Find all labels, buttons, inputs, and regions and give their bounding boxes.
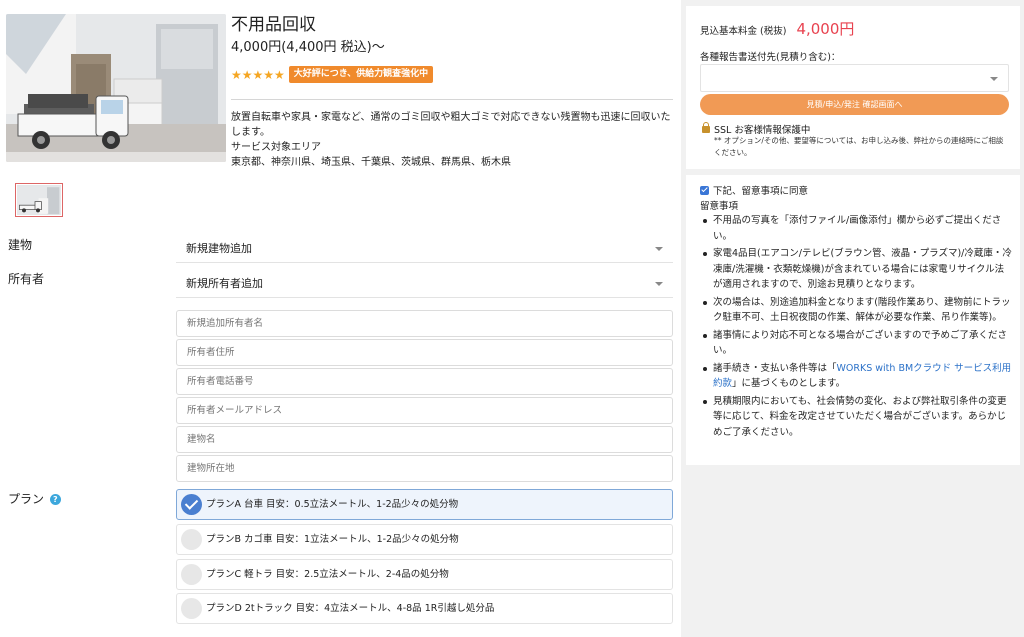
quote-label: 見込基本料金 (税抜) bbox=[700, 26, 787, 37]
quote-row: 見込基本料金 (税抜) 4,000円 bbox=[700, 18, 854, 39]
product-title: 不用品回収 bbox=[231, 15, 316, 35]
building-select[interactable]: 新規建物追加 bbox=[176, 235, 673, 263]
plan-option-b[interactable]: プランB カゴ車 目安：1立法メートル、1-2品少々の処分物 bbox=[176, 524, 673, 555]
plan-option-label: プランB カゴ車 目安：1立法メートル、1-2品少々の処分物 bbox=[206, 534, 459, 545]
list-item: 次の場合は、別途追加料金となります(階段作業あり、建物前にトラック駐車不可、土日… bbox=[700, 295, 1012, 326]
radio-icon bbox=[181, 598, 202, 619]
report-destination-select[interactable] bbox=[700, 64, 1009, 92]
area-list: 東京都、神奈川県、埼玉県、千葉県、茨城県、群馬県、栃木県 bbox=[231, 157, 511, 168]
plan-option-c[interactable]: プランC 軽トラ 目安：2.5立法メートル、2-4品の処分物 bbox=[176, 559, 673, 590]
area-label: サービス対象エリア bbox=[231, 142, 321, 153]
owner-name-input[interactable] bbox=[176, 310, 673, 337]
note-text: 次の場合は、別途追加料金となります(階段作業あり、建物前にトラック駐車不可、土日… bbox=[713, 296, 1011, 324]
owner-select-value: 新規所有者追加 bbox=[186, 277, 263, 290]
plan-option-d[interactable]: プランD 2tトラック 目安：4立法メートル、4-8品 1R引越し処分品 bbox=[176, 593, 673, 624]
description-text: 放置自転車や家具・家電など、通常のゴミ回収や粗大ゴミで対応できない残置物も迅速に… bbox=[231, 112, 671, 138]
plan-option-a[interactable]: プランA 台車 目安：0.5立法メートル、1-2品少々の処分物 bbox=[176, 489, 673, 520]
owner-select[interactable]: 新規所有者追加 bbox=[176, 270, 673, 298]
radio-icon bbox=[181, 564, 202, 585]
agree-label: 下記、留意事項に同意 bbox=[713, 186, 809, 197]
note-text: 諸事情により対応不可となる場合がございますので予めご了承ください。 bbox=[713, 329, 1008, 357]
ssl-note: ** オプション/その他、要望等については、お申し込み後、弊社からの連絡時にご相… bbox=[714, 136, 1004, 157]
confirm-button[interactable]: 見積/申込/発注 確認画面へ bbox=[700, 94, 1009, 115]
plan-option-label: プランD 2tトラック 目安：4立法メートル、4-8品 1R引越し処分品 bbox=[206, 603, 495, 614]
owner-label: 所有者 bbox=[8, 272, 45, 286]
note-pre: 諸手続き・支払い条件等は「 bbox=[713, 362, 837, 374]
quote-value: 4,000円 bbox=[796, 20, 855, 38]
checkmark-icon bbox=[181, 494, 202, 515]
list-item: 諸手続き・支払い条件等は「WORKS with BMクラウド サービス利用約款」… bbox=[700, 361, 1012, 392]
agree-row[interactable]: 下記、留意事項に同意 bbox=[700, 183, 808, 197]
owner-email-input[interactable] bbox=[176, 397, 673, 424]
plan-label-row: プラン ? bbox=[8, 490, 61, 507]
divider bbox=[231, 99, 673, 100]
product-description: 放置自転車や家具・家電など、通常のゴミ回収や粗大ゴミで対応できない残置物も迅速に… bbox=[231, 110, 673, 170]
notes-list: 不用品の写真を「添付ファイル/画像添付」欄から必ずご提出ください。 家電4品目(… bbox=[700, 213, 1012, 442]
note-post: 」に基づくものとします。 bbox=[732, 378, 846, 389]
note-text: 家電4品目(エアコン/テレビ(ブラウン管、液晶・プラズマ)/冷蔵庫・冷凍庫/洗濯… bbox=[713, 248, 1012, 290]
product-header: 不用品回収 4,000円(4,400円 税込)～ ★★★★★ 大好評につき、供給… bbox=[231, 14, 671, 83]
list-item: 不用品の写真を「添付ファイル/画像添付」欄から必ずご提出ください。 bbox=[700, 213, 1012, 244]
notes-panel: 下記、留意事項に同意 留意事項 不用品の写真を「添付ファイル/画像添付」欄から必… bbox=[686, 175, 1020, 465]
chevron-down-icon bbox=[655, 282, 663, 286]
building-label: 建物 bbox=[8, 238, 33, 252]
chevron-down-icon bbox=[990, 77, 998, 81]
owner-address-input[interactable] bbox=[176, 339, 673, 366]
image-thumbnail[interactable] bbox=[15, 183, 63, 217]
product-price: 4,000円(4,400円 税込)～ bbox=[231, 40, 385, 55]
thumbnail-image bbox=[17, 185, 61, 215]
notes-title: 留意事項 bbox=[700, 201, 739, 212]
main-panel: 不用品回収 4,000円(4,400円 税込)～ ★★★★★ 大好評につき、供給… bbox=[0, 0, 681, 637]
lock-icon bbox=[702, 122, 710, 133]
note-text: 不用品の写真を「添付ファイル/画像添付」欄から必ずご提出ください。 bbox=[713, 215, 1002, 242]
rating-row: ★★★★★ 大好評につき、供給力観査強化中 bbox=[231, 66, 671, 83]
truck-appliances-illustration bbox=[6, 14, 226, 162]
building-location-input[interactable] bbox=[176, 455, 673, 482]
radio-icon bbox=[181, 529, 202, 550]
promo-badge: 大好評につき、供給力観査強化中 bbox=[288, 66, 434, 83]
note-text: 見積期限内においても、社会情勢の変化、および弊社取引条件の変更等に応じて、料金を… bbox=[713, 395, 1007, 438]
list-item: 諸事情により対応不可となる場合がございますので予めご了承ください。 bbox=[700, 328, 1012, 359]
thumbnail-illustration bbox=[17, 185, 61, 215]
plan-option-label: プランC 軽トラ 目安：2.5立法メートル、2-4品の処分物 bbox=[206, 569, 449, 580]
star-rating-icon: ★★★★★ bbox=[231, 67, 285, 82]
quote-panel: 見込基本料金 (税抜) 4,000円 各種報告書送付先(見積り含む)： 見積/申… bbox=[686, 6, 1020, 169]
list-item: 見積期限内においても、社会情勢の変化、および弊社取引条件の変更等に応じて、料金を… bbox=[700, 394, 1012, 441]
building-name-input[interactable] bbox=[176, 426, 673, 453]
help-icon[interactable]: ? bbox=[49, 494, 61, 505]
plan-option-label: プランA 台車 目安：0.5立法メートル、1-2品少々の処分物 bbox=[206, 499, 459, 510]
list-item: 家電4品目(エアコン/テレビ(ブラウン管、液晶・プラズマ)/冷蔵庫・冷凍庫/洗濯… bbox=[700, 246, 1012, 293]
agree-checkbox[interactable] bbox=[700, 185, 709, 195]
plan-label: プラン bbox=[8, 492, 45, 506]
report-destination-label: 各種報告書送付先(見積り含む)： bbox=[700, 52, 841, 63]
building-select-value: 新規建物追加 bbox=[186, 242, 252, 255]
ssl-notice: SSL お客様情報保護中 bbox=[702, 122, 810, 136]
product-image[interactable] bbox=[6, 14, 226, 162]
chevron-down-icon bbox=[655, 247, 663, 251]
owner-phone-input[interactable] bbox=[176, 368, 673, 395]
